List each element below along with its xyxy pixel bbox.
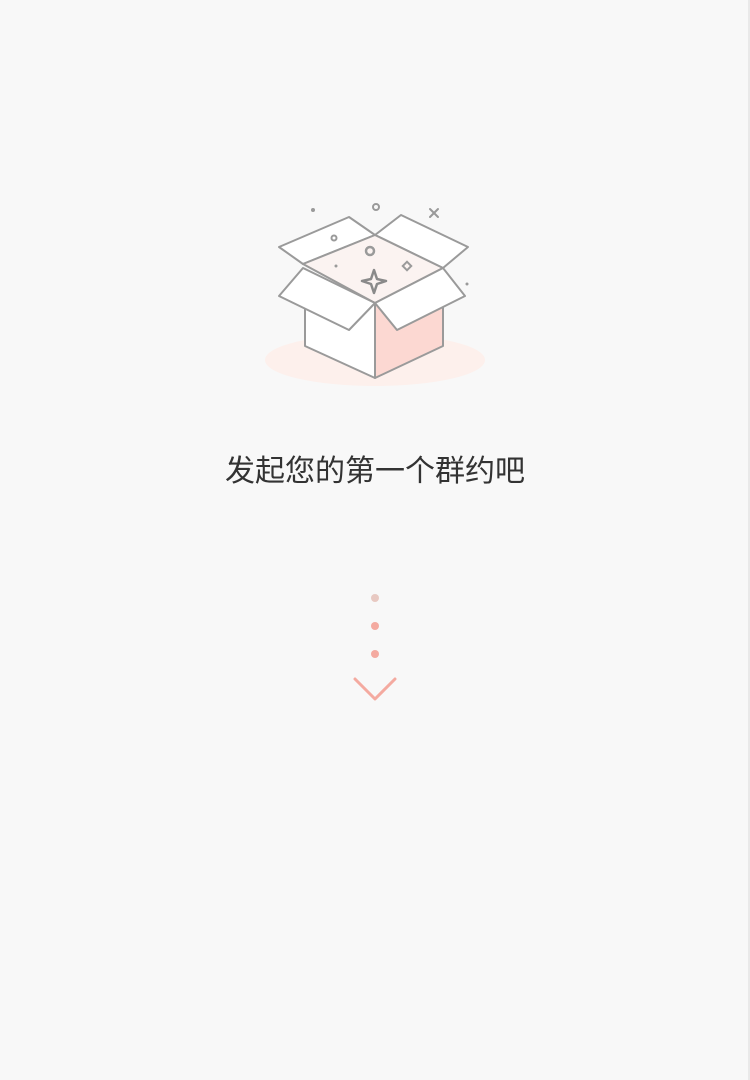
sparkle-ring <box>372 203 380 211</box>
open-box-icon <box>255 190 495 400</box>
sparkle-dot <box>465 282 469 286</box>
open-box-illustration <box>265 203 485 386</box>
hint-dot <box>371 594 379 602</box>
empty-state-screen: 发起您的第一个群约吧 <box>0 0 750 1080</box>
empty-state-message: 发起您的第一个群约吧 <box>225 454 525 489</box>
chevron-down-icon <box>353 677 397 701</box>
inner-dot <box>334 264 338 268</box>
hint-dot <box>371 622 379 630</box>
sparkle-dot <box>311 208 315 212</box>
hint-dot <box>371 650 379 658</box>
scroll-down-hint[interactable] <box>345 585 405 710</box>
sparkle-cross <box>429 208 439 218</box>
